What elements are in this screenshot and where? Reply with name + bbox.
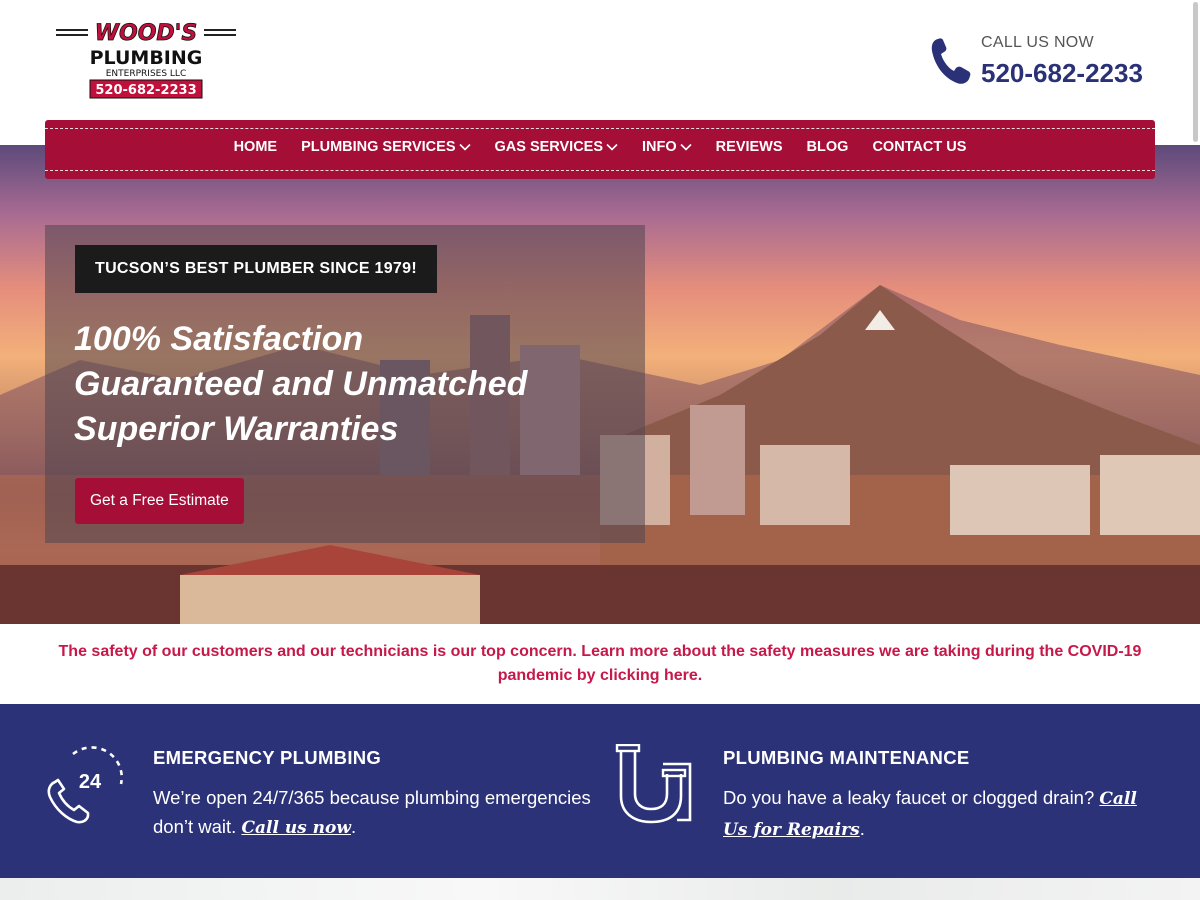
service-desc-text: We’re open 24/7/365 because plumbing eme… [153, 787, 591, 837]
nav-item-home[interactable]: HOME [234, 139, 278, 155]
nav-label: INFO [642, 139, 677, 155]
nav-list: HOME PLUMBING SERVICES GAS SERVICES INFO… [45, 139, 1155, 155]
call-us-block[interactable]: CALL US NOW 520-682-2233 [930, 34, 1160, 94]
nav-label: REVIEWS [715, 139, 783, 155]
service-desc-suffix: . [859, 818, 865, 839]
service-description: We’re open 24/7/365 because plumbing eme… [153, 783, 593, 843]
nav-label: BLOG [806, 139, 849, 155]
nav-label: HOME [233, 139, 278, 155]
hero-overlay-panel: TUCSON’S BEST PLUMBER SINCE 1979! 100% S… [45, 225, 645, 543]
hero-headline: 100% Satisfaction Guaranteed and Unmatch… [74, 317, 634, 452]
nav-divider-bottom [45, 170, 1155, 171]
covid-notice: The safety of our customers and our tech… [0, 624, 1200, 704]
nav-item-plumbing-services[interactable]: PLUMBING SERVICES [301, 139, 471, 155]
hero-headline-line3: Superior Warranties [74, 410, 399, 448]
logo-phone: 520-682-2233 [95, 83, 196, 98]
nav-label: CONTACT US [872, 139, 967, 155]
pipe-trap-icon [615, 744, 692, 824]
nav-item-reviews[interactable]: REVIEWS [716, 139, 783, 155]
main-nav: HOME PLUMBING SERVICES GAS SERVICES INFO… [45, 120, 1155, 179]
next-section-preview [0, 878, 1200, 900]
logo-line1: WOOD'S [95, 21, 198, 46]
hero-section: TUCSON’S BEST PLUMBER SINCE 1979! 100% S… [0, 145, 1200, 624]
logo-line2: PLUMBING [90, 47, 203, 69]
services-band: 24 EMERGENCY PLUMBING We’re open 24/7/36… [0, 704, 1200, 878]
service-desc-suffix: . [351, 816, 357, 837]
nav-item-blog[interactable]: BLOG [807, 139, 849, 155]
site-logo[interactable]: WOOD'S PLUMBING ENTERPRISES LLC 520-682-… [54, 20, 238, 100]
logo-line3: ENTERPRISES LLC [106, 69, 186, 79]
phone-icon [931, 38, 971, 84]
call-us-label: CALL US NOW [981, 34, 1094, 51]
nav-item-info[interactable]: INFO [642, 139, 692, 155]
service-description: Do you have a leaky faucet or clogged dr… [723, 783, 1163, 845]
svg-text:24: 24 [79, 771, 102, 793]
chevron-down-icon [680, 143, 692, 151]
nav-label: PLUMBING SERVICES [301, 139, 456, 155]
phone-24-icon: 24 [47, 746, 123, 824]
nav-divider-top [45, 128, 1155, 129]
service-title: PLUMBING MAINTENANCE [723, 747, 970, 768]
call-us-number[interactable]: 520-682-2233 [981, 58, 1143, 89]
covid-notice-link[interactable]: The safety of our customers and our tech… [40, 640, 1160, 688]
chevron-down-icon [458, 143, 471, 151]
hero-badge: TUCSON’S BEST PLUMBER SINCE 1979! [75, 245, 437, 293]
hero-headline-line2: Guaranteed and Unmatched [74, 365, 528, 403]
nav-label: GAS SERVICES [494, 139, 604, 155]
page-scrollbar[interactable] [1193, 2, 1198, 142]
free-estimate-button[interactable]: Get a Free Estimate [75, 478, 244, 524]
nav-item-gas-services[interactable]: GAS SERVICES [495, 139, 619, 155]
call-us-now-link[interactable]: Call us now [241, 818, 351, 838]
hero-headline-line1: 100% Satisfaction [74, 320, 364, 358]
service-desc-text: Do you have a leaky faucet or clogged dr… [723, 787, 1100, 808]
chevron-down-icon [606, 143, 618, 151]
service-title: EMERGENCY PLUMBING [153, 747, 382, 768]
nav-item-contact-us[interactable]: CONTACT US [872, 139, 966, 155]
